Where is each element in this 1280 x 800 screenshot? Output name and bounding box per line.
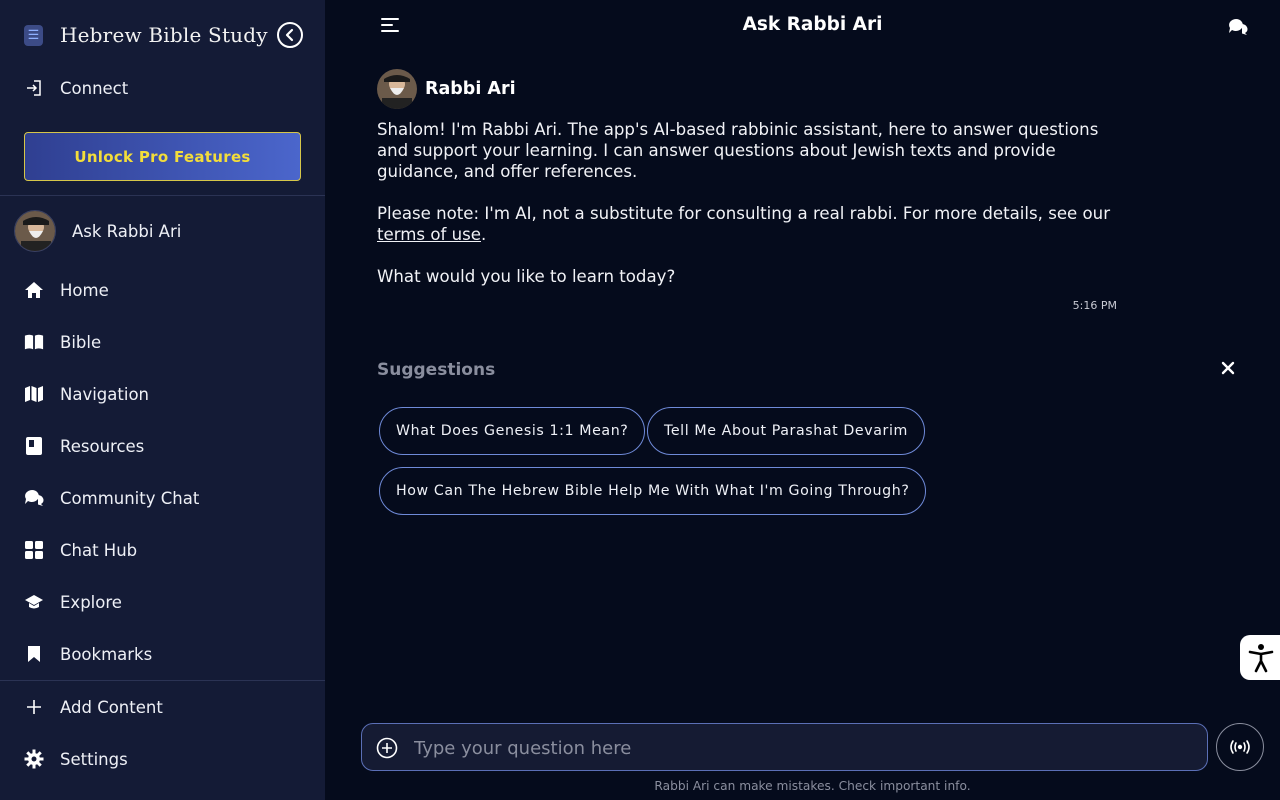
suggestion-chip[interactable]: What Does Genesis 1:1 Mean? bbox=[379, 407, 646, 455]
settings-label: Settings bbox=[60, 749, 128, 769]
message-paragraph: Please note: I'm AI, not a substitute fo… bbox=[377, 203, 1122, 245]
add-content-label: Add Content bbox=[60, 697, 163, 717]
avatar bbox=[377, 69, 417, 109]
sidebar-item-bookmarks[interactable]: Bookmarks bbox=[0, 634, 325, 674]
sidebar-item-navigation[interactable]: Navigation bbox=[0, 374, 325, 414]
disclaimer-text: Rabbi Ari can make mistakes. Check impor… bbox=[654, 779, 971, 793]
message-text: Please note: I'm AI, not a substitute fo… bbox=[377, 204, 1111, 223]
brand-title: Hebrew Bible Study bbox=[60, 23, 268, 47]
chevron-left-icon bbox=[285, 28, 294, 42]
chat-bubbles-icon bbox=[1229, 19, 1248, 35]
app-logo-icon: ☰ bbox=[24, 24, 43, 46]
bookmark-icon bbox=[24, 644, 44, 664]
close-suggestions-button[interactable] bbox=[1221, 360, 1237, 376]
message-author: Rabbi Ari bbox=[377, 69, 516, 109]
suggestions-title: Suggestions bbox=[377, 360, 496, 380]
accessibility-button[interactable] bbox=[1240, 635, 1280, 680]
sidebar-item-ask-rabbi-ari[interactable]: Ask Rabbi Ari bbox=[0, 210, 325, 252]
message-timestamp: 5:16 PM bbox=[1072, 299, 1117, 312]
sidebar-item-label: Ask Rabbi Ari bbox=[72, 221, 182, 241]
sidebar-item-label: Community Chat bbox=[60, 488, 200, 508]
sidebar-item-label: Home bbox=[60, 280, 109, 300]
chat-bubbles-icon bbox=[24, 488, 44, 508]
message-paragraph: Shalom! I'm Rabbi Ari. The app's AI-base… bbox=[377, 120, 1099, 181]
attach-button[interactable] bbox=[376, 737, 398, 759]
plus-icon bbox=[24, 697, 44, 717]
sidebar: ☰ Hebrew Bible Study Connect Unlock Pro … bbox=[0, 0, 325, 800]
book-open-icon bbox=[24, 332, 44, 352]
accessibility-icon bbox=[1248, 643, 1274, 672]
gear-icon bbox=[24, 749, 44, 769]
terms-of-use-link[interactable]: terms of use bbox=[377, 225, 481, 244]
sidebar-item-label: Explore bbox=[60, 592, 122, 612]
divider bbox=[0, 680, 325, 681]
plus-circle-icon bbox=[376, 737, 398, 759]
sidebar-item-explore[interactable]: Explore bbox=[0, 582, 325, 622]
sidebar-item-bible[interactable]: Bible bbox=[0, 322, 325, 362]
sidebar-item-label: Bible bbox=[60, 332, 102, 352]
sidebar-item-label: Bookmarks bbox=[60, 644, 153, 664]
login-icon bbox=[24, 78, 44, 98]
brand: ☰ Hebrew Bible Study bbox=[24, 20, 268, 50]
suggestion-chip[interactable]: How Can The Hebrew Bible Help Me With Wh… bbox=[379, 467, 927, 515]
map-icon bbox=[24, 384, 44, 404]
sidebar-item-community-chat[interactable]: Community Chat bbox=[0, 478, 325, 518]
sidebar-item-label: Navigation bbox=[60, 384, 149, 404]
sidebar-item-home[interactable]: Home bbox=[0, 270, 325, 310]
chat-input-bar bbox=[361, 723, 1208, 771]
chat-history-button[interactable] bbox=[1228, 18, 1250, 38]
broadcast-icon bbox=[1230, 740, 1250, 754]
close-icon bbox=[1221, 361, 1235, 375]
message-author-name: Rabbi Ari bbox=[425, 79, 516, 99]
message-body: Shalom! I'm Rabbi Ari. The app's AI-base… bbox=[377, 119, 1122, 308]
message-paragraph: What would you like to learn today? bbox=[377, 267, 676, 286]
add-content-button[interactable]: Add Content bbox=[0, 687, 325, 727]
grid-icon bbox=[24, 540, 44, 560]
settings-button[interactable]: Settings bbox=[0, 739, 325, 779]
page-title: Ask Rabbi Ari bbox=[742, 14, 883, 35]
chat-main: Ask Rabbi Ari Rabbi Ari Shalom! I'm Rabb… bbox=[325, 0, 1280, 800]
unlock-pro-button[interactable]: Unlock Pro Features bbox=[24, 132, 301, 181]
collapse-sidebar-button[interactable] bbox=[277, 22, 303, 48]
home-icon bbox=[24, 280, 44, 300]
voice-input-button[interactable] bbox=[1216, 723, 1264, 771]
suggestion-chip[interactable]: Tell Me About Parashat Devarim bbox=[647, 407, 925, 455]
divider bbox=[0, 195, 325, 196]
message-text: . bbox=[480, 225, 487, 244]
avatar bbox=[14, 210, 56, 252]
connect-button[interactable]: Connect bbox=[0, 68, 325, 108]
sidebar-item-resources[interactable]: Resources bbox=[0, 426, 325, 466]
sidebar-item-chat-hub[interactable]: Chat Hub bbox=[0, 530, 325, 570]
question-input[interactable] bbox=[414, 732, 1194, 764]
sidebar-item-label: Chat Hub bbox=[60, 540, 138, 560]
sidebar-item-label: Resources bbox=[60, 436, 145, 456]
connect-label: Connect bbox=[60, 78, 129, 98]
resources-icon bbox=[24, 436, 44, 456]
graduation-cap-icon bbox=[24, 592, 44, 612]
